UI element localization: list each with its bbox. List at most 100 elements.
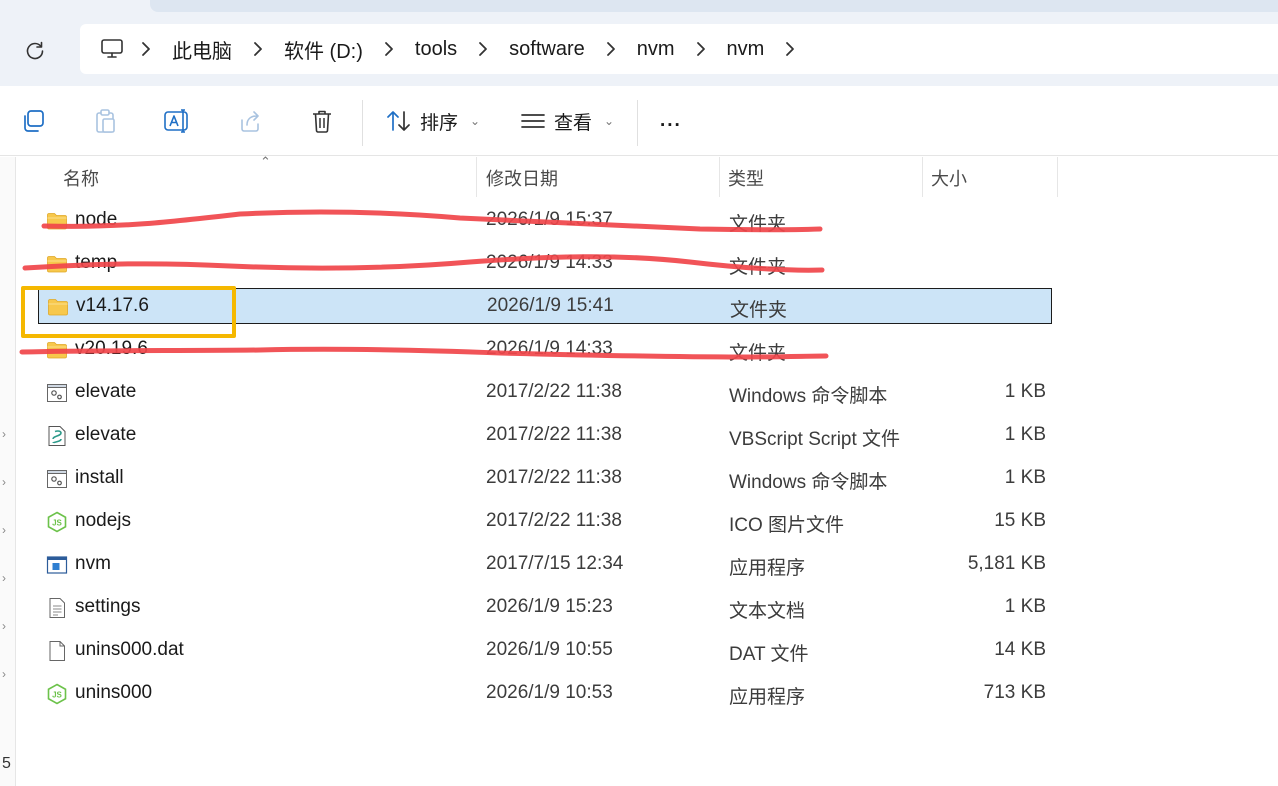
breadcrumb-label: nvm xyxy=(636,37,675,60)
file-row[interactable]: elevate 2017/2/22 11:38 VBScript Script 文件… xyxy=(38,418,1052,454)
file-row[interactable]: temp 2026/1/9 14:33 文件夹 xyxy=(38,246,1052,282)
file-modified-date: 2026/1/9 14:33 xyxy=(486,338,613,359)
file-row[interactable]: v20.19.6 2026/1/9 14:33 文件夹 xyxy=(38,332,1052,368)
file-type: Windows 命令脚本 xyxy=(729,472,888,493)
blank-file-icon xyxy=(46,640,68,662)
file-row[interactable]: install 2017/2/22 11:38 Windows 命令脚本 1 KB xyxy=(38,461,1052,497)
command-bar: 排序 ⌄ 查看 ⌄ ... xyxy=(0,86,1278,156)
chevron-right-icon[interactable]: › xyxy=(2,427,6,441)
rename-button[interactable] xyxy=(162,106,192,136)
file-size: 1 KB xyxy=(1004,596,1046,617)
file-type: 文件夹 xyxy=(729,257,787,278)
view-button[interactable]: 查看 ⌄ xyxy=(520,104,614,138)
title-bar-strip xyxy=(0,0,1278,14)
breadcrumb-separator[interactable] xyxy=(124,24,168,74)
file-modified-date: 2026/1/9 15:41 xyxy=(487,295,614,316)
more-options-button[interactable]: ... xyxy=(660,104,682,138)
address-bar[interactable]: 此电脑 软件 (D:) tools software nvm nvm xyxy=(80,24,1278,74)
view-list-icon xyxy=(521,114,545,128)
nodejs-icon: JS xyxy=(46,683,68,705)
file-name: elevate xyxy=(75,381,137,402)
script-gear-icon xyxy=(46,382,68,404)
file-name: v14.17.6 xyxy=(76,295,149,316)
file-modified-date: 2017/2/22 11:38 xyxy=(486,381,622,402)
breadcrumb-separator[interactable] xyxy=(589,24,633,74)
file-modified-date: 2026/1/9 15:37 xyxy=(486,209,613,230)
file-row[interactable]: JS unins000 2026/1/9 10:53 应用程序 713 KB xyxy=(38,676,1052,712)
app-window-icon xyxy=(46,554,68,576)
breadcrumb-item[interactable]: tools xyxy=(411,24,461,74)
chevron-right-icon[interactable]: › xyxy=(2,619,6,633)
breadcrumb-separator[interactable] xyxy=(679,24,723,74)
breadcrumb-separator[interactable] xyxy=(768,24,812,74)
refresh-icon xyxy=(26,41,44,60)
address-row: 此电脑 软件 (D:) tools software nvm nvm xyxy=(0,14,1278,86)
sort-icon xyxy=(387,111,410,131)
svg-text:JS: JS xyxy=(52,691,62,700)
sort-ascending-icon: ⌃ xyxy=(260,154,271,169)
chevron-right-icon[interactable]: › xyxy=(2,475,6,489)
file-name: unins000 xyxy=(75,682,153,703)
file-name: settings xyxy=(75,596,141,617)
column-header-type[interactable]: 类型 xyxy=(728,165,764,191)
trash-icon xyxy=(313,110,331,133)
file-row[interactable]: unins000.dat 2026/1/9 10:55 DAT 文件 14 KB xyxy=(38,633,1052,669)
breadcrumb-item[interactable]: 软件 (D:) xyxy=(280,24,367,74)
file-row[interactable]: node 2026/1/9 15:37 文件夹 xyxy=(38,203,1052,239)
chevron-right-icon xyxy=(606,42,615,56)
column-header-name[interactable]: 名称 xyxy=(63,165,99,191)
file-type: Windows 命令脚本 xyxy=(729,386,888,407)
column-header-row: ⌃ 名称 修改日期 类型 大小 xyxy=(16,154,1278,197)
file-row[interactable]: settings 2026/1/9 15:23 文本文档 1 KB xyxy=(38,590,1052,626)
file-modified-date: 2017/7/15 12:34 xyxy=(486,553,624,574)
file-row[interactable]: elevate 2017/2/22 11:38 Windows 命令脚本 1 KB xyxy=(38,375,1052,411)
file-size: 5,181 KB xyxy=(967,553,1046,574)
share-button[interactable] xyxy=(235,106,265,136)
file-size: 14 KB xyxy=(994,639,1046,660)
sort-button[interactable]: 排序 ⌄ xyxy=(386,104,480,138)
column-header-date[interactable]: 修改日期 xyxy=(486,165,558,191)
chevron-right-icon[interactable]: › xyxy=(2,571,6,585)
column-divider[interactable] xyxy=(476,157,477,197)
file-row-selected[interactable]: v14.17.6 2026/1/9 15:41 文件夹 xyxy=(38,288,1052,324)
share-icon xyxy=(241,111,259,132)
paste-icon xyxy=(96,109,115,133)
chevron-right-icon[interactable]: › xyxy=(2,667,6,681)
breadcrumb-label: 软件 (D:) xyxy=(284,40,363,63)
column-divider[interactable] xyxy=(719,157,720,197)
tab-edge xyxy=(150,0,1278,12)
breadcrumb-separator[interactable] xyxy=(461,24,505,74)
chevron-right-icon xyxy=(384,42,393,56)
column-divider[interactable] xyxy=(922,157,923,197)
file-modified-date: 2026/1/9 10:55 xyxy=(486,639,613,660)
breadcrumb-item[interactable]: nvm xyxy=(633,24,679,74)
file-row[interactable]: JS nodejs 2017/2/22 11:38 ICO 图片文件 15 KB xyxy=(38,504,1052,540)
column-header-size[interactable]: 大小 xyxy=(931,165,967,191)
delete-button[interactable] xyxy=(307,106,337,136)
file-type: 应用程序 xyxy=(729,558,806,579)
more-icon: ... xyxy=(660,110,682,131)
column-divider[interactable] xyxy=(1057,157,1058,197)
file-type: ICO 图片文件 xyxy=(729,515,845,536)
file-size: 1 KB xyxy=(1004,424,1046,445)
copy-button[interactable] xyxy=(18,106,48,136)
file-name: nvm xyxy=(75,553,111,574)
breadcrumb-label: tools xyxy=(414,37,458,60)
breadcrumb-item[interactable]: software xyxy=(505,24,589,74)
this-pc-crumb[interactable] xyxy=(100,24,124,74)
file-modified-date: 2026/1/9 15:23 xyxy=(486,596,613,617)
chevron-right-icon[interactable]: › xyxy=(2,523,6,537)
paste-button[interactable] xyxy=(90,106,120,136)
file-type: 文件夹 xyxy=(730,300,788,321)
view-label: 查看 xyxy=(554,112,593,134)
breadcrumb-item[interactable]: nvm xyxy=(723,24,769,74)
file-row[interactable]: nvm 2017/7/15 12:34 应用程序 5,181 KB xyxy=(38,547,1052,583)
breadcrumb-separator[interactable] xyxy=(236,24,280,74)
file-modified-date: 2017/2/22 11:38 xyxy=(486,467,622,488)
refresh-button[interactable] xyxy=(18,36,52,66)
file-modified-date: 2017/2/22 11:38 xyxy=(486,424,622,445)
breadcrumb-item[interactable]: 此电脑 xyxy=(168,24,236,74)
breadcrumb-separator[interactable] xyxy=(367,24,411,74)
folder-icon xyxy=(47,296,69,318)
file-size: 15 KB xyxy=(994,510,1046,531)
